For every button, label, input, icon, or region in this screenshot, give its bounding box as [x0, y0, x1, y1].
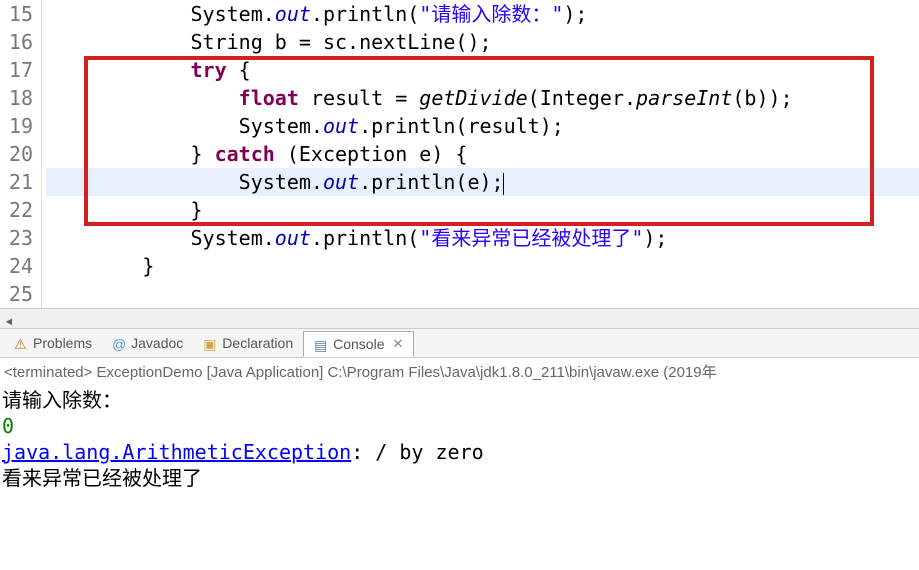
- console-icon: ▤: [314, 337, 328, 351]
- tab-problems[interactable]: ⚠ Problems: [4, 331, 102, 355]
- code-line[interactable]: String b = sc.nextLine();: [46, 28, 919, 56]
- tab-label: Javadoc: [131, 335, 183, 351]
- line-number: 24: [0, 252, 33, 280]
- console-line: 请输入除数：: [2, 387, 917, 413]
- tab-label: Console: [333, 336, 384, 352]
- code-line-current[interactable]: System.out.println(e);: [46, 168, 919, 196]
- line-number: 15: [0, 0, 33, 28]
- console-line-error: java.lang.ArithmeticException: / by zero: [2, 439, 917, 465]
- line-number: 20: [0, 140, 33, 168]
- declaration-icon: ▣: [203, 336, 217, 350]
- line-number-gutter: 15 16 17 18 19 20 21 22 23 24 25: [0, 0, 42, 308]
- code-editor[interactable]: 15 16 17 18 19 20 21 22 23 24 25 System.…: [0, 0, 919, 308]
- line-number: 17: [0, 56, 33, 84]
- line-number: 16: [0, 28, 33, 56]
- line-number: 23: [0, 224, 33, 252]
- scroll-left-arrow[interactable]: ◄: [0, 314, 18, 332]
- close-icon[interactable]: ✕: [393, 336, 404, 352]
- tab-declaration[interactable]: ▣ Declaration: [193, 331, 303, 355]
- tab-label: Problems: [33, 335, 92, 351]
- text-cursor: [503, 173, 504, 195]
- console-output[interactable]: 请输入除数： 0 java.lang.ArithmeticException: …: [0, 385, 919, 493]
- horizontal-scrollbar[interactable]: ◄: [0, 308, 919, 328]
- code-line[interactable]: }: [46, 196, 919, 224]
- code-line[interactable]: System.out.println(result);: [46, 112, 919, 140]
- javadoc-icon: @: [112, 336, 126, 350]
- code-area[interactable]: System.out.println("请输入除数："); String b =…: [42, 0, 919, 308]
- line-number: 21: [0, 168, 33, 196]
- tab-label: Declaration: [222, 335, 293, 351]
- line-number: 18: [0, 84, 33, 112]
- code-line[interactable]: System.out.println("看来异常已经被处理了");: [46, 224, 919, 252]
- line-number: 25: [0, 280, 33, 308]
- tab-javadoc[interactable]: @ Javadoc: [102, 331, 193, 355]
- warning-icon: ⚠: [14, 336, 28, 350]
- code-line[interactable]: System.out.println("请输入除数：");: [46, 0, 919, 28]
- line-number: 22: [0, 196, 33, 224]
- code-line[interactable]: [46, 280, 919, 308]
- console-line: 看来异常已经被处理了: [2, 465, 917, 491]
- console-process-header: <terminated> ExceptionDemo [Java Applica…: [0, 358, 919, 385]
- code-line[interactable]: try {: [46, 56, 919, 84]
- line-number: 19: [0, 112, 33, 140]
- code-line[interactable]: } catch (Exception e) {: [46, 140, 919, 168]
- console-line-input: 0: [2, 413, 917, 439]
- code-line[interactable]: }: [46, 252, 919, 280]
- bottom-tabs: ⚠ Problems @ Javadoc ▣ Declaration ▤ Con…: [0, 328, 919, 358]
- code-line[interactable]: float result = getDivide(Integer.parseIn…: [46, 84, 919, 112]
- tab-console[interactable]: ▤ Console ✕: [303, 331, 414, 357]
